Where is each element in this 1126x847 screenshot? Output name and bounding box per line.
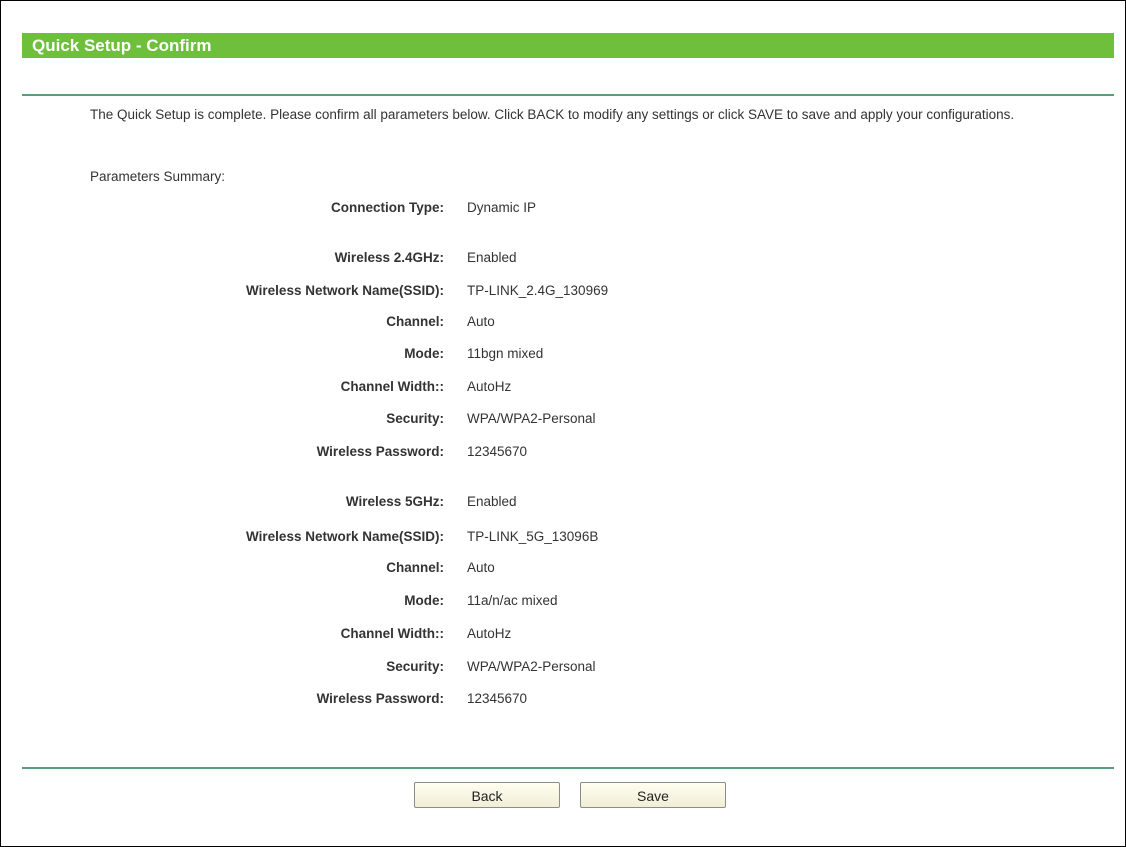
param-row-ssid-24ghz: Wireless Network Name(SSID): TP-LINK_2.4…	[1, 281, 1126, 301]
param-row-channel-5ghz: Channel: Auto	[1, 558, 1126, 578]
param-row-ssid-5ghz: Wireless Network Name(SSID): TP-LINK_5G_…	[1, 527, 1126, 547]
param-value: AutoHz	[467, 626, 512, 641]
param-value: Enabled	[467, 494, 517, 509]
param-label: Mode:	[404, 593, 444, 608]
param-row-password-5ghz: Wireless Password: 12345670	[1, 689, 1126, 709]
top-divider	[22, 94, 1114, 96]
param-value: Auto	[467, 314, 495, 329]
param-label: Wireless Password:	[316, 444, 444, 459]
param-value: Enabled	[467, 250, 517, 265]
param-label: Security:	[386, 411, 444, 426]
param-row-wireless-5ghz: Wireless 5GHz: Enabled	[1, 492, 1126, 512]
param-label: Channel:	[386, 314, 444, 329]
param-value: 11a/n/ac mixed	[467, 593, 558, 608]
intro-text: The Quick Setup is complete. Please conf…	[90, 107, 1015, 122]
param-row-channel-width-5ghz: Channel Width:: AutoHz	[1, 624, 1126, 644]
param-row-channel-width-24ghz: Channel Width:: AutoHz	[1, 377, 1126, 397]
param-value: Dynamic IP	[467, 200, 537, 215]
back-button[interactable]: Back	[414, 782, 560, 808]
param-row-password-24ghz: Wireless Password: 12345670	[1, 442, 1126, 462]
param-value: TP-LINK_5G_13096B	[467, 529, 599, 544]
param-value: WPA/WPA2-Personal	[467, 411, 596, 426]
param-value: 11bgn mixed	[467, 346, 544, 361]
param-label: Connection Type:	[331, 200, 444, 215]
bottom-divider	[22, 767, 1114, 769]
param-label: Wireless Password:	[316, 691, 444, 706]
param-label: Wireless 2.4GHz:	[334, 250, 444, 265]
param-row-security-24ghz: Security: WPA/WPA2-Personal	[1, 409, 1126, 429]
param-label: Channel Width::	[340, 626, 444, 641]
param-label: Mode:	[404, 346, 444, 361]
param-label: Security:	[386, 659, 444, 674]
setup-panel: Quick Setup - Confirm The Quick Setup is…	[0, 0, 1126, 847]
param-value: 12345670	[467, 691, 528, 706]
param-row-connection-type: Connection Type: Dynamic IP	[1, 198, 1126, 218]
param-label: Channel:	[386, 560, 444, 575]
param-label: Wireless 5GHz:	[345, 494, 444, 509]
param-row-security-5ghz: Security: WPA/WPA2-Personal	[1, 657, 1126, 677]
param-value: WPA/WPA2-Personal	[467, 659, 596, 674]
param-label: Wireless Network Name(SSID):	[246, 529, 444, 544]
param-label: Wireless Network Name(SSID):	[246, 283, 444, 298]
param-row-mode-24ghz: Mode: 11bgn mixed	[1, 344, 1126, 364]
param-label: Channel Width::	[340, 379, 444, 394]
parameters-summary-label: Parameters Summary:	[90, 169, 226, 184]
param-row-mode-5ghz: Mode: 11a/n/ac mixed	[1, 591, 1126, 611]
page-title: Quick Setup - Confirm	[22, 33, 1114, 58]
param-value: TP-LINK_2.4G_130969	[467, 283, 609, 298]
param-value: 12345670	[467, 444, 528, 459]
param-row-channel-24ghz: Channel: Auto	[1, 312, 1126, 332]
save-button[interactable]: Save	[580, 782, 726, 808]
param-value: Auto	[467, 560, 495, 575]
param-value: AutoHz	[467, 379, 512, 394]
param-row-wireless-24ghz: Wireless 2.4GHz: Enabled	[1, 248, 1126, 268]
